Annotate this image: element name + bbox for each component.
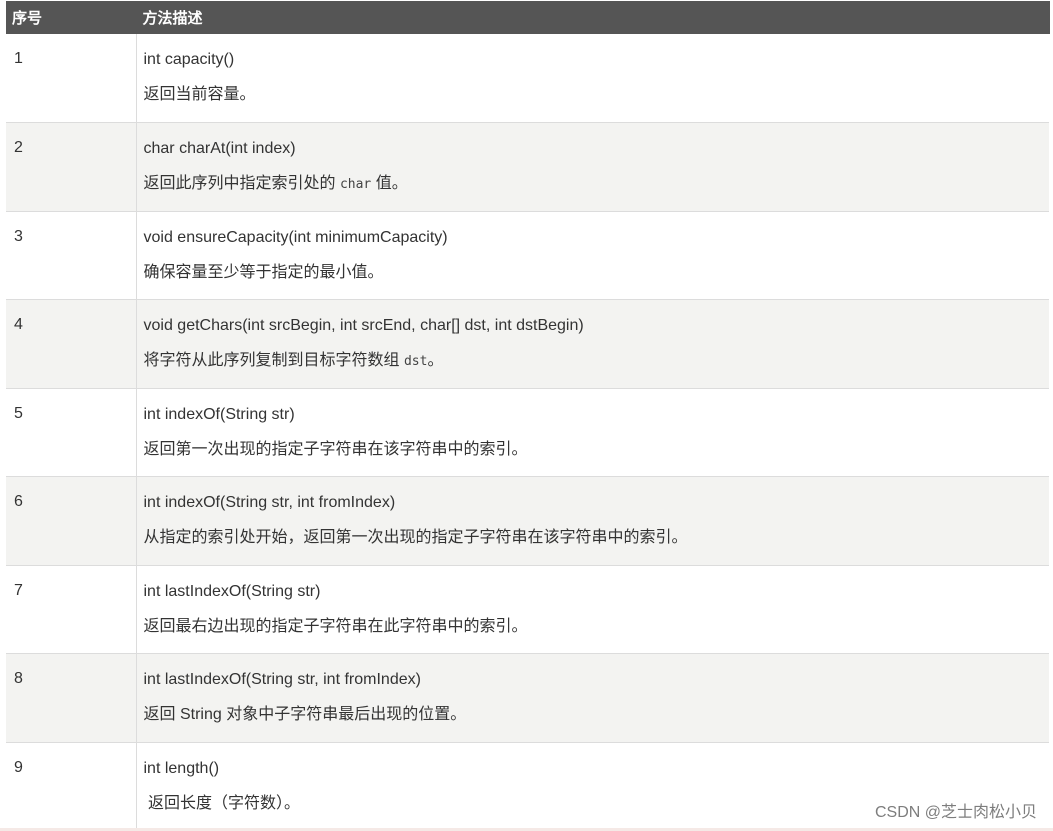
method-description: 确保容量至少等于指定的最小值。 <box>144 263 1050 283</box>
row-method-cell: int lastIndexOf(String str, int fromInde… <box>136 653 1050 743</box>
method-description: 返回当前容量。 <box>144 85 1050 105</box>
methods-table: 序号 方法描述 1 int capacity() 返回当前容量。 2 char char… <box>6 1 1050 831</box>
table-row: 3 void ensureCapacity(int minimumCapacity… <box>6 211 1049 300</box>
table-row: 2 char charAt(int index) 返回此序列中指定索引处的 char… <box>6 122 1050 212</box>
inline-code: dst <box>403 354 428 369</box>
row-method-cell: void ensureCapacity(int minimumCapacity)… <box>136 211 1049 300</box>
row-method-cell: int indexOf(String str) 返回第一次出现的指定子字符串在该字… <box>136 388 1049 477</box>
row-index: 9 <box>6 742 137 831</box>
row-method-cell: void getChars(int srcBegin, int srcEnd, … <box>136 299 1050 389</box>
watermark: CSDN @芝士肉松小贝 <box>874 804 1037 821</box>
description-text: 。 <box>427 352 444 369</box>
table-header-row: 序号 方法描述 <box>6 1 1050 34</box>
method-description: 返回第一次出现的指定子字符串在该字符串中的索引。 <box>144 440 1050 460</box>
row-index: 2 <box>6 122 137 212</box>
method-signature: int length() <box>143 759 220 777</box>
method-signature: char charAt(int index) <box>143 140 296 157</box>
row-method-cell: int capacity() 返回当前容量。 <box>136 34 1049 123</box>
method-signature: void getChars(int srcBegin, int srcEnd, … <box>143 317 584 334</box>
table-row: 6 int indexOf(String str, int fromIndex) 从… <box>6 476 1050 566</box>
description-text: 返回此序列中指定索引处的 <box>143 175 340 192</box>
header-method-description: 方法描述 <box>136 1 1050 34</box>
description-text: 将字符从此序列复制到目标字符数组 <box>143 352 404 369</box>
method-description: 返回 String 对象中子字符串最后出现的位置。 <box>144 705 1050 725</box>
method-signature: int capacity() <box>143 51 235 68</box>
description-text: 返回第一次出现的指定子字符串在该字符串中的索引。 <box>143 440 528 458</box>
method-description: 返回最右边出现的指定子字符串在此字符串中的索引。 <box>144 617 1050 637</box>
method-description: 将字符从此序列复制到目标字符数组 dst。 <box>144 351 1050 371</box>
description-text: 值。 <box>371 175 408 192</box>
method-description: 从指定的索引处开始，返回第一次出现的指定子字符串在该字符串中的索引。 <box>144 528 1050 548</box>
description-text: 返回 String 对象中子字符串最后出现的位置。 <box>143 706 467 723</box>
description-text: 返回最右边出现的指定子字符串在此字符串中的索引。 <box>143 617 528 635</box>
method-signature: int indexOf(String str) <box>143 405 295 423</box>
description-text: 从指定的索引处开始，返回第一次出现的指定子字符串在该字符串中的索引。 <box>143 529 688 546</box>
row-method-cell: char charAt(int index) 返回此序列中指定索引处的 char … <box>136 122 1050 212</box>
description-text: 返回长度（字符数）。 <box>143 794 300 812</box>
row-index: 7 <box>6 565 137 654</box>
method-signature: void ensureCapacity(int minimumCapacity) <box>143 228 448 246</box>
inline-code: char <box>339 177 372 192</box>
page: 序号 方法描述 1 int capacity() 返回当前容量。 2 char char… <box>0 0 1053 831</box>
row-index: 6 <box>6 476 137 566</box>
row-index: 3 <box>6 211 137 300</box>
table-row: 7 int lastIndexOf(String str) 返回最右边出现的指定子字… <box>6 565 1049 654</box>
header-index: 序号 <box>6 1 137 34</box>
description-text: 返回当前容量。 <box>143 86 256 103</box>
description-text: 确保容量至少等于指定的最小值。 <box>143 263 384 281</box>
row-index: 5 <box>6 388 137 477</box>
method-signature: int lastIndexOf(String str) <box>143 582 321 600</box>
row-index: 4 <box>6 299 137 389</box>
method-description: 返回此序列中指定索引处的 char 值。 <box>144 174 1050 194</box>
table-row: 5 int indexOf(String str) 返回第一次出现的指定子字符串在该… <box>6 388 1049 477</box>
table-row: 1 int capacity() 返回当前容量。 <box>6 34 1049 123</box>
row-index: 8 <box>6 653 137 743</box>
table-row: 8 int lastIndexOf(String str, int fromInd… <box>6 653 1050 743</box>
table-row: 4 void getChars(int srcBegin, int srcEnd,… <box>6 299 1050 389</box>
row-method-cell: int lastIndexOf(String str) 返回最右边出现的指定子字符… <box>136 565 1049 654</box>
method-signature: int lastIndexOf(String str, int fromInde… <box>143 671 421 688</box>
method-signature: int indexOf(String str, int fromIndex) <box>143 494 396 511</box>
row-index: 1 <box>6 34 137 123</box>
row-method-cell: int indexOf(String str, int fromIndex) 从指… <box>136 476 1050 566</box>
